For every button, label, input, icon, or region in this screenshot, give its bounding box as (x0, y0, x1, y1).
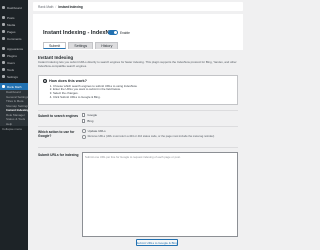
engines-label: Submit to search engines (38, 114, 79, 118)
media-icon (2, 23, 5, 26)
submit-urls-button[interactable]: Submit URLs to Google & Bing (136, 239, 178, 246)
user-icon (2, 61, 5, 64)
sidebar-item-label: Tools (7, 67, 15, 72)
urls-textarea[interactable]: Submit one URL per line for Google to re… (82, 152, 238, 237)
engine-option-label: Google (87, 113, 98, 117)
update-radio[interactable] (82, 129, 86, 133)
tab-settings[interactable]: Settings (68, 42, 94, 49)
howto-steps: Choose which search engines to submit UR… (43, 84, 233, 101)
tab-submit[interactable]: Submit (43, 42, 67, 49)
brush-icon (2, 47, 5, 50)
sidebar-item-tools[interactable]: Tools (0, 66, 28, 73)
action-option-remove[interactable]: Remove URLs (URL must return a 404 or 41… (82, 135, 238, 139)
divider (38, 126, 238, 127)
urls-label: Submit URLs for indexing (38, 153, 79, 157)
sidebar-item-pages[interactable]: Pages (0, 28, 28, 35)
plugin-icon (2, 54, 5, 57)
howto-title: i How does this work? (43, 79, 233, 83)
remove-radio[interactable] (82, 135, 86, 139)
sidebar-item-label: Users (7, 60, 15, 65)
breadcrumb-current: Instant Indexing (58, 4, 83, 9)
comment-icon (2, 37, 5, 40)
toggle-label: Enable (120, 30, 130, 35)
sidebar-item-comments[interactable]: Comments (0, 35, 28, 42)
sidebar-item-label: Appearance (7, 46, 24, 51)
sidebar-item-dashboard[interactable]: Dashboard (0, 4, 28, 11)
sidebar-item-label: Settings (7, 74, 18, 79)
chart-icon (2, 85, 5, 88)
howto-title-text: How does this work? (49, 79, 87, 83)
wrench-icon (2, 68, 5, 71)
divider (38, 110, 238, 111)
engine-option-google[interactable]: Google (82, 113, 97, 117)
sidebar-item-users[interactable]: Users (0, 59, 28, 66)
page-title: Instant Indexing - IndexNow (43, 30, 118, 36)
sidebar-item-label: Comments (7, 36, 22, 41)
admin-sidebar: Dashboard Posts Media Pages Comments App… (0, 0, 29, 250)
tab-history[interactable]: History (95, 42, 119, 49)
sidebar-item-settings[interactable]: Settings (0, 73, 28, 80)
page-icon (2, 30, 5, 33)
pin-icon (2, 16, 5, 19)
sidebar-item-plugins[interactable]: Plugins (0, 52, 28, 59)
bing-checkbox[interactable] (82, 119, 86, 123)
sidebar-item-media[interactable]: Media (0, 21, 28, 28)
google-checkbox[interactable] (82, 113, 86, 117)
section-description: Instant Indexing lets you submit URLs di… (38, 60, 237, 68)
howto-card: i How does this work? Choose which searc… (38, 75, 238, 105)
sidebar-item-label: Rank Math (7, 84, 22, 89)
sidebar-item-label: Dashboard (7, 5, 22, 10)
action-label: Which action to use for Google? (38, 130, 75, 138)
info-icon: i (43, 79, 47, 83)
breadcrumb-separator: / (55, 4, 57, 9)
sidebar-item-rank-math[interactable]: Rank Math (0, 83, 28, 90)
sidebar-item-label: Plugins (7, 53, 17, 58)
breadcrumb-parent[interactable]: Rank Math (38, 5, 53, 9)
sidebar-item-label: Posts (7, 15, 15, 20)
collapse-menu-button[interactable]: Collapse menu (0, 126, 28, 132)
breadcrumb: Rank Math / Instant Indexing (33, 2, 243, 11)
settings-icon (2, 75, 5, 78)
action-option-update[interactable]: Update URLs (82, 129, 106, 133)
toggle-knob (113, 30, 118, 35)
sidebar-item-label: Media (7, 22, 16, 27)
module-toggle[interactable] (108, 30, 118, 35)
sidebar-item-label: Pages (7, 29, 16, 34)
sidebar-item-posts[interactable]: Posts (0, 14, 28, 21)
tab-bar: Submit Settings History (43, 42, 119, 49)
divider (38, 147, 238, 148)
engine-option-bing[interactable]: Bing (82, 119, 93, 123)
action-option-label: Remove URLs (URL must return a 404 or 41… (87, 135, 215, 138)
sidebar-item-appearance[interactable]: Appearance (0, 45, 28, 52)
howto-step: Click Submit URLs to Google & Bing. (53, 95, 233, 100)
action-option-label: Update URLs (87, 129, 106, 133)
dashboard-icon (2, 6, 5, 9)
engine-option-label: Bing (87, 119, 94, 123)
